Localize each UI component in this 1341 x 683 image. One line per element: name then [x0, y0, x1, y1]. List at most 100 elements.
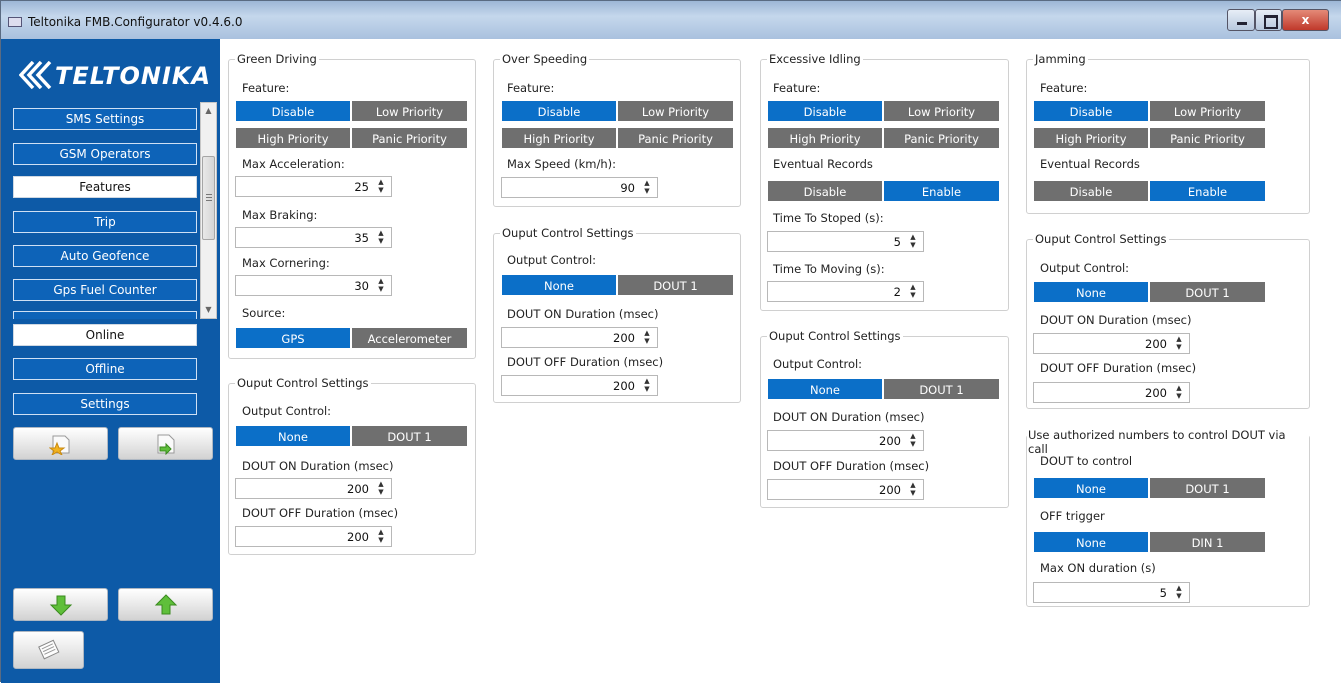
sidebar-item-gps-fuel-counter[interactable]: Gps Fuel Counter: [13, 279, 197, 301]
ei-feature-disable[interactable]: Disable: [767, 100, 883, 122]
os-output-none[interactable]: None: [501, 274, 617, 296]
ac-dout-dout1[interactable]: DOUT 1: [1149, 477, 1266, 499]
ei-feature-panic-priority[interactable]: Panic Priority: [883, 127, 1000, 149]
ei-eventual-disable[interactable]: Disable: [767, 180, 883, 202]
sidebar-item-sms-settings[interactable]: SMS Settings: [13, 108, 197, 130]
os-output-dout1[interactable]: DOUT 1: [617, 274, 734, 296]
spinner-arrows-icon[interactable]: ▲ ▼: [642, 329, 652, 345]
ei-time-stoped-input[interactable]: 5 ▲ ▼: [767, 231, 924, 252]
spinner-arrows-icon[interactable]: ▲ ▼: [908, 481, 918, 497]
jm-output-control-label: Output Control:: [1040, 261, 1130, 275]
spinner-arrows-icon[interactable]: ▲ ▼: [1174, 384, 1184, 400]
ei-output-control-label: Output Control:: [773, 357, 863, 371]
maximize-button[interactable]: [1255, 9, 1282, 31]
jm-dout-off-input[interactable]: 200 ▲ ▼: [1033, 382, 1190, 403]
authorized-call-title: Use authorized numbers to control DOUT v…: [1027, 428, 1309, 456]
gd-feature-disable[interactable]: Disable: [235, 100, 351, 122]
gd-output-title: Ouput Control Settings: [235, 376, 371, 390]
spinner-arrows-icon[interactable]: ▲ ▼: [376, 528, 386, 544]
gd-source-gps[interactable]: GPS: [235, 327, 351, 349]
spinner-arrows-icon[interactable]: ▲ ▼: [642, 377, 652, 393]
ei-output-dout1[interactable]: DOUT 1: [883, 378, 1000, 400]
jm-feature-disable[interactable]: Disable: [1033, 100, 1149, 122]
jm-eventual-disable[interactable]: Disable: [1033, 180, 1149, 202]
logo-text: TELTONIKA: [55, 62, 212, 90]
ac-max-on-label: Max ON duration (s): [1040, 561, 1156, 575]
ei-feature-high-priority[interactable]: High Priority: [767, 127, 883, 149]
gd-feature-panic-priority[interactable]: Panic Priority: [351, 127, 468, 149]
spinner-arrows-icon[interactable]: ▲ ▼: [376, 178, 386, 194]
jm-dout-on-input[interactable]: 200 ▲ ▼: [1033, 333, 1190, 354]
reset-button[interactable]: [13, 631, 84, 669]
minimize-button[interactable]: [1227, 9, 1255, 31]
document-icon: [37, 639, 59, 660]
jm-output-none[interactable]: None: [1033, 281, 1149, 303]
spinner-arrows-icon[interactable]: ▲ ▼: [1174, 335, 1184, 351]
jm-feature-panic-priority[interactable]: Panic Priority: [1149, 127, 1266, 149]
close-button[interactable]: x: [1282, 9, 1329, 31]
ac-dout-none[interactable]: None: [1033, 477, 1149, 499]
spinner-arrows-icon[interactable]: ▲ ▼: [642, 179, 652, 195]
os-max-speed-input[interactable]: 90 ▲ ▼: [501, 177, 658, 198]
write-to-device-button[interactable]: [118, 588, 213, 621]
spinner-arrows-icon[interactable]: ▲ ▼: [376, 480, 386, 496]
load-defaults-button[interactable]: [13, 427, 108, 460]
ei-feature-low-priority[interactable]: Low Priority: [883, 100, 1000, 122]
spinner-arrows-icon[interactable]: ▲ ▼: [376, 277, 386, 293]
gd-feature-low-priority[interactable]: Low Priority: [351, 100, 468, 122]
os-dout-off-input[interactable]: 200 ▲ ▼: [501, 375, 658, 396]
os-feature-disable[interactable]: Disable: [501, 100, 617, 122]
os-feature-low-priority[interactable]: Low Priority: [617, 100, 734, 122]
ei-output-none[interactable]: None: [767, 378, 883, 400]
os-feature-panic-priority[interactable]: Panic Priority: [617, 127, 734, 149]
os-dout-on-input[interactable]: 200 ▲ ▼: [501, 327, 658, 348]
gd-dout-on-input[interactable]: 200 ▲ ▼: [235, 478, 392, 499]
scroll-thumb[interactable]: [202, 156, 215, 240]
sidebar-item-partial[interactable]: [13, 311, 197, 319]
gd-max-acceleration-input[interactable]: 25 ▲ ▼: [235, 176, 392, 197]
jm-output-title: Ouput Control Settings: [1033, 232, 1169, 246]
ei-time-stoped-label: Time To Stoped (s):: [773, 211, 884, 225]
sidebar-item-auto-geofence[interactable]: Auto Geofence: [13, 245, 197, 267]
scroll-up-arrow-icon[interactable]: ▲: [201, 103, 216, 119]
mode-offline[interactable]: Offline: [13, 358, 197, 380]
scroll-down-arrow-icon[interactable]: ▼: [201, 302, 216, 318]
gd-output-none[interactable]: None: [235, 425, 351, 447]
mode-online[interactable]: Online: [13, 324, 197, 346]
gd-feature-high-priority[interactable]: High Priority: [235, 127, 351, 149]
spinner-arrows-icon[interactable]: ▲ ▼: [908, 233, 918, 249]
ei-dout-on-input[interactable]: 200 ▲ ▼: [767, 430, 924, 451]
upload-arrow-icon: [154, 593, 177, 614]
ac-off-trigger-din1[interactable]: DIN 1: [1149, 531, 1266, 553]
spinner-arrows-icon[interactable]: ▲ ▼: [1174, 584, 1184, 600]
gd-dout-off-input[interactable]: 200 ▲ ▼: [235, 526, 392, 547]
spinner-arrows-icon[interactable]: ▲ ▼: [908, 432, 918, 448]
save-to-file-button[interactable]: [118, 427, 213, 460]
sidebar-item-gsm-operators[interactable]: GSM Operators: [13, 143, 197, 165]
jm-output-dout1[interactable]: DOUT 1: [1149, 281, 1266, 303]
jm-eventual-enable[interactable]: Enable: [1149, 180, 1266, 202]
gd-max-braking-input[interactable]: 35 ▲ ▼: [235, 227, 392, 248]
gd-source-accelerometer[interactable]: Accelerometer: [351, 327, 468, 349]
ei-dout-off-input[interactable]: 200 ▲ ▼: [767, 479, 924, 500]
jm-feature-low-priority[interactable]: Low Priority: [1149, 100, 1266, 122]
read-from-device-button[interactable]: [13, 588, 108, 621]
ei-time-moving-label: Time To Moving (s):: [773, 262, 885, 276]
os-feature-high-priority[interactable]: High Priority: [501, 127, 617, 149]
jm-feature-high-priority[interactable]: High Priority: [1033, 127, 1149, 149]
mode-settings[interactable]: Settings: [13, 393, 197, 415]
ei-time-moving-input[interactable]: 2 ▲ ▼: [767, 281, 924, 302]
sidebar-item-features[interactable]: Features: [13, 176, 197, 198]
sidebar-item-trip[interactable]: Trip: [13, 211, 197, 233]
ei-eventual-enable[interactable]: Enable: [883, 180, 1000, 202]
window-title: Teltonika FMB.Configurator v0.4.6.0: [28, 15, 243, 29]
star-folder-icon: [48, 435, 69, 455]
gd-output-dout1[interactable]: DOUT 1: [351, 425, 468, 447]
gd-max-cornering-input[interactable]: 30 ▲ ▼: [235, 275, 392, 296]
spinner-arrows-icon[interactable]: ▲ ▼: [376, 229, 386, 245]
ac-max-on-input[interactable]: 5 ▲ ▼: [1033, 582, 1190, 603]
os-dout-off-label: DOUT OFF Duration (msec): [507, 355, 664, 369]
spinner-arrows-icon[interactable]: ▲ ▼: [908, 283, 918, 299]
sidebar-scrollbar[interactable]: ▲ ▼: [200, 102, 217, 319]
ac-off-trigger-none[interactable]: None: [1033, 531, 1149, 553]
